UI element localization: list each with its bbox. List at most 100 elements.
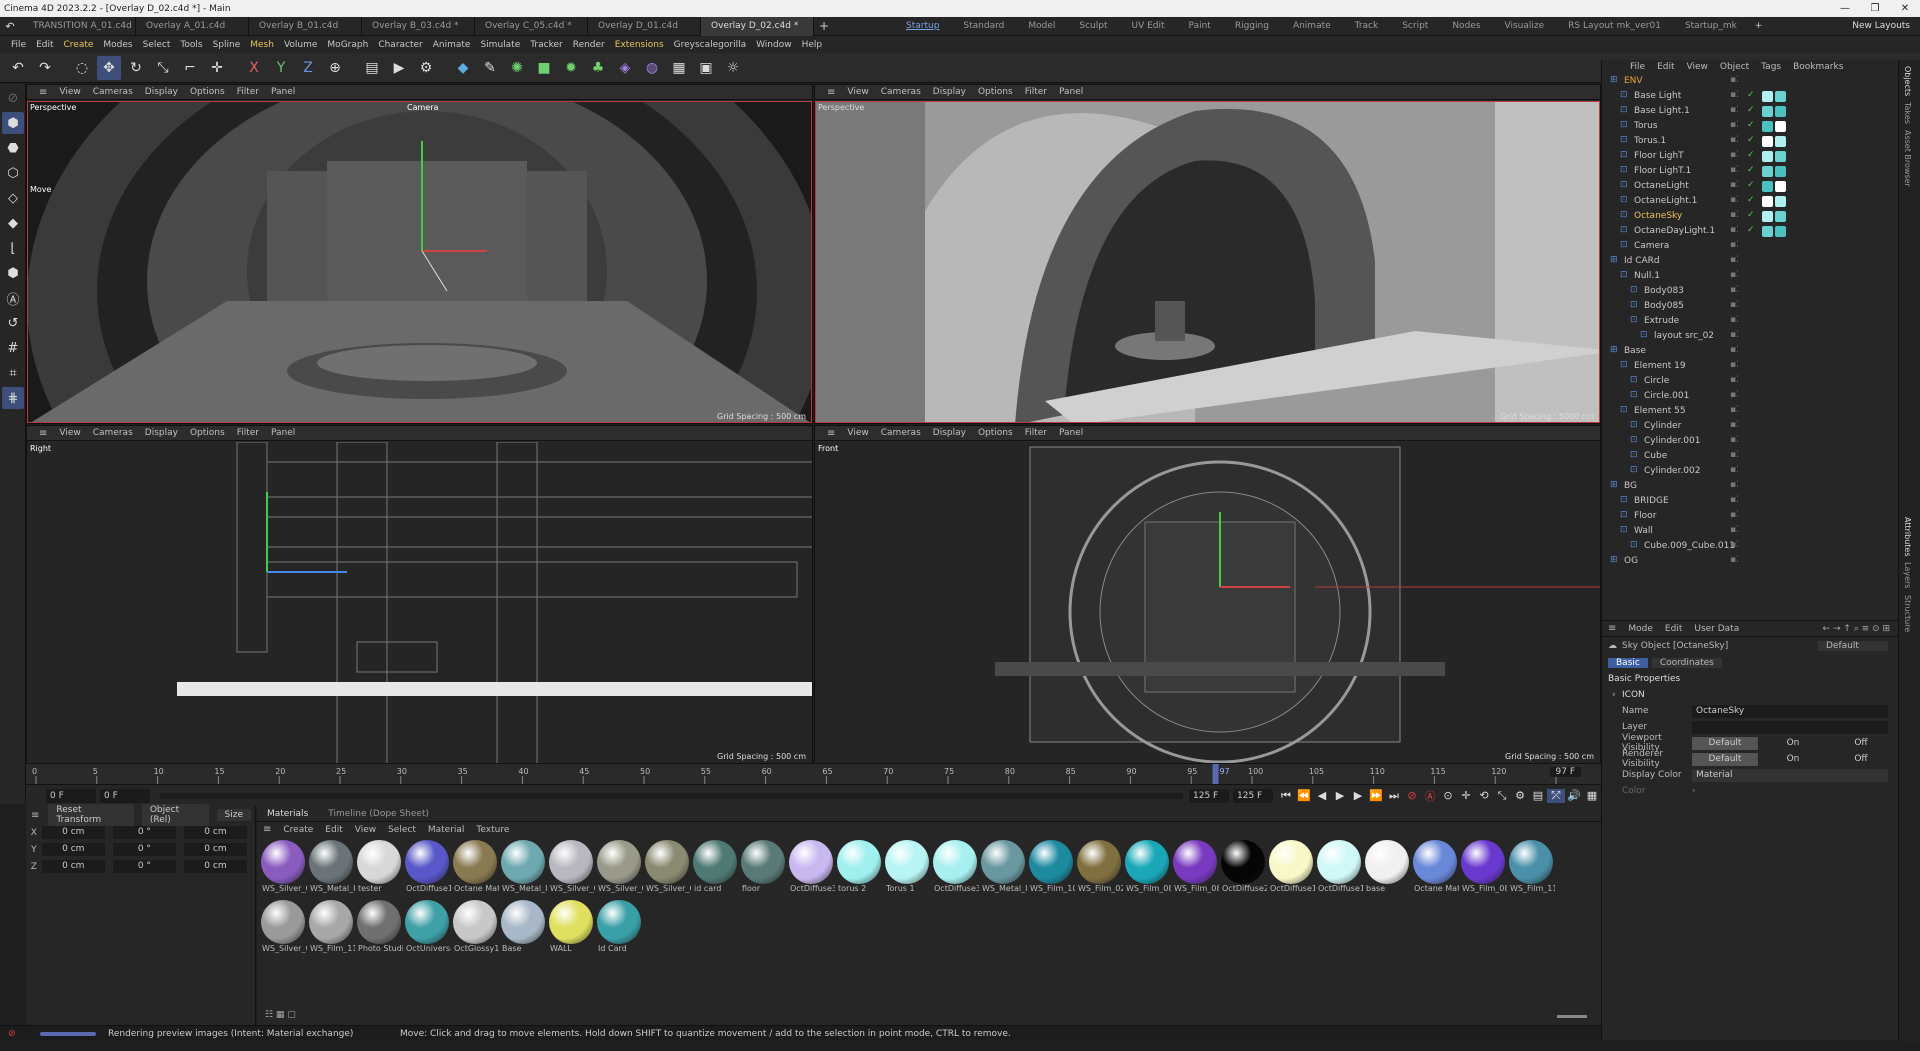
reset-transform-button[interactable]: Reset Transform — [48, 804, 134, 826]
position-field[interactable]: 0 cm — [41, 826, 105, 839]
size-field[interactable]: 0 cm — [183, 860, 247, 873]
enabled-check-icon[interactable]: ✓ — [1747, 150, 1755, 160]
attr-menu-user-data[interactable]: User Data — [1688, 624, 1745, 634]
vp-menu-panel[interactable]: Panel — [265, 87, 301, 97]
object-type-icon[interactable]: ⊡ — [1620, 210, 1628, 220]
vp-menu-panel[interactable]: Panel — [265, 428, 301, 438]
redo-icon[interactable]: ↷ — [33, 56, 57, 80]
material-swatch[interactable]: WALL — [547, 900, 595, 960]
obj-menu-object[interactable]: Object — [1714, 62, 1755, 72]
hamburger-icon[interactable]: ≡ — [26, 810, 44, 821]
mat-menu-create[interactable]: Create — [277, 825, 319, 835]
material-swatch[interactable]: OctDiffuse1 — [403, 840, 451, 900]
visibility-dots-icon[interactable]: ▪⁚ — [1730, 105, 1739, 115]
playhead[interactable] — [1212, 764, 1219, 784]
mat-menu-view[interactable]: View — [349, 825, 382, 835]
side-tab-asset-browser[interactable]: Asset Browser — [1903, 130, 1912, 187]
enabled-check-icon[interactable]: ✓ — [1747, 210, 1755, 220]
visibility-dots-icon[interactable]: ▪⁚ — [1730, 210, 1739, 220]
material-swatch[interactable]: WS_Silver_C — [547, 840, 595, 900]
object-type-icon[interactable]: ⊡ — [1620, 165, 1628, 175]
layout-tab[interactable]: Startup — [894, 17, 951, 36]
material-tag-icon[interactable] — [1762, 121, 1773, 132]
mat-menu-select[interactable]: Select — [382, 825, 422, 835]
mat-menu-texture[interactable]: Texture — [470, 825, 515, 835]
material-tag-icon[interactable] — [1775, 226, 1786, 237]
material-swatch[interactable]: OctDiffuse1 — [1267, 840, 1315, 900]
preset-dropdown[interactable]: Default — [1818, 641, 1888, 651]
object-type-icon[interactable]: ⊡ — [1630, 390, 1638, 400]
object-name[interactable]: Id CARd — [1624, 256, 1660, 266]
visibility-dots-icon[interactable]: ▪⁚ — [1730, 225, 1739, 235]
object-name[interactable]: Cylinder.002 — [1644, 466, 1700, 476]
object-row[interactable]: ⊡ Cylinder.002 ▪⁚ — [1602, 464, 1898, 479]
object-name[interactable]: Cylinder — [1644, 421, 1681, 431]
rotation-field[interactable]: 0 ° — [112, 860, 176, 873]
rotate-icon[interactable]: ↻ — [124, 56, 148, 80]
object-type-icon[interactable]: ⊡ — [1630, 375, 1638, 385]
preview-min-field[interactable]: 0 F — [100, 788, 150, 803]
object-type-icon[interactable]: ⊡ — [1620, 360, 1628, 370]
snapping-icon[interactable]: # — [2, 337, 24, 359]
visibility-dots-icon[interactable]: ▪⁚ — [1730, 510, 1739, 520]
material-tag-icon[interactable] — [1775, 196, 1786, 207]
object-name[interactable]: Camera — [1634, 241, 1669, 251]
hamburger-icon[interactable]: ≡ — [33, 428, 53, 439]
layout-tab[interactable]: Model — [1016, 17, 1067, 36]
visibility-dots-icon[interactable]: ▪⁚ — [1730, 90, 1739, 100]
object-name[interactable]: OG — [1624, 556, 1638, 566]
visibility-dots-icon[interactable]: ▪⁚ — [1730, 195, 1739, 205]
menu-item[interactable]: Create — [59, 40, 99, 50]
visibility-dots-icon[interactable]: ▪⁚ — [1730, 450, 1739, 460]
visibility-dots-icon[interactable]: ▪⁚ — [1730, 270, 1739, 280]
render-view-icon[interactable]: ▶ — [387, 56, 411, 80]
polygons-mode-icon[interactable]: ◆ — [2, 212, 24, 234]
material-swatch[interactable]: WS_Silver_C — [259, 900, 307, 960]
viewport-canvas[interactable] — [27, 85, 812, 423]
material-swatch[interactable]: WS_Film_08 — [1171, 840, 1219, 900]
object-name[interactable]: Torus — [1634, 121, 1658, 131]
material-swatch[interactable]: WS_Silver_C — [643, 840, 691, 900]
visibility-dots-icon[interactable]: ▪⁚ — [1730, 495, 1739, 505]
material-swatch[interactable]: WS_Film_11 — [1507, 840, 1555, 900]
object-row[interactable]: ⊡ Floor LighT ▪⁚ ✓ — [1602, 149, 1898, 164]
layout-tab[interactable]: UV Edit — [1120, 17, 1177, 36]
menu-item[interactable]: Greyscalegorilla — [669, 40, 751, 50]
material-swatch[interactable]: WS_Metal_I — [979, 840, 1027, 900]
object-row[interactable]: ⊡ Base Light ▪⁚ ✓ — [1602, 89, 1898, 104]
undo-history-icon[interactable]: ↶ — [0, 17, 20, 36]
object-name[interactable]: Body083 — [1644, 286, 1684, 296]
object-row[interactable]: ⊞ OG ▪⁚ — [1602, 554, 1898, 569]
transform-icon[interactable]: ⌐ — [178, 56, 202, 80]
vp-menu-options[interactable]: Options — [972, 428, 1019, 438]
vp-menu-cameras[interactable]: Cameras — [875, 87, 927, 97]
object-row[interactable]: ⊡ Extrude ▪⁚ — [1602, 314, 1898, 329]
cube-icon[interactable]: ◆ — [451, 56, 475, 80]
next-key-icon[interactable]: ⏩ — [1367, 789, 1385, 802]
layout-tab[interactable]: Sculpt — [1067, 17, 1119, 36]
object-row[interactable]: ⊡ OctaneLight ▪⁚ ✓ — [1602, 179, 1898, 194]
object-row[interactable]: ⊡ Body083 ▪⁚ — [1602, 284, 1898, 299]
position-key-icon[interactable]: ✛ — [1457, 789, 1475, 802]
deformer-cube-icon[interactable]: ■ — [532, 56, 556, 80]
object-type-icon[interactable]: ⊡ — [1630, 435, 1638, 445]
current-frame-field[interactable]: 97 F — [1549, 767, 1581, 777]
viewport-canvas[interactable] — [27, 441, 812, 763]
attr-menu-edit[interactable]: Edit — [1659, 624, 1688, 634]
object-row[interactable]: ⊡ Element 55 ▪⁚ — [1602, 404, 1898, 419]
object-type-icon[interactable]: ⊡ — [1620, 90, 1628, 100]
workplane-snap-icon[interactable]: ⌗ — [2, 362, 24, 384]
effector-icon[interactable]: ◍ — [640, 56, 664, 80]
vp-menu-cameras[interactable]: Cameras — [87, 87, 139, 97]
scale-key-icon[interactable]: ⤡ — [1493, 789, 1511, 803]
object-type-icon[interactable]: ⊡ — [1630, 465, 1638, 475]
material-swatch[interactable]: Base — [499, 900, 547, 960]
material-tag-icon[interactable] — [1775, 211, 1786, 222]
vp-menu-filter[interactable]: Filter — [1019, 428, 1053, 438]
visibility-dots-icon[interactable]: ▪⁚ — [1730, 135, 1739, 145]
vp-menu-filter[interactable]: Filter — [231, 428, 265, 438]
chevron-right-icon[interactable]: › — [1612, 690, 1622, 700]
autokey-icon[interactable]: Ⓐ — [1421, 788, 1439, 804]
undo-icon[interactable]: ↶ — [6, 56, 30, 80]
start-frame-field[interactable]: 0 F — [46, 788, 96, 803]
